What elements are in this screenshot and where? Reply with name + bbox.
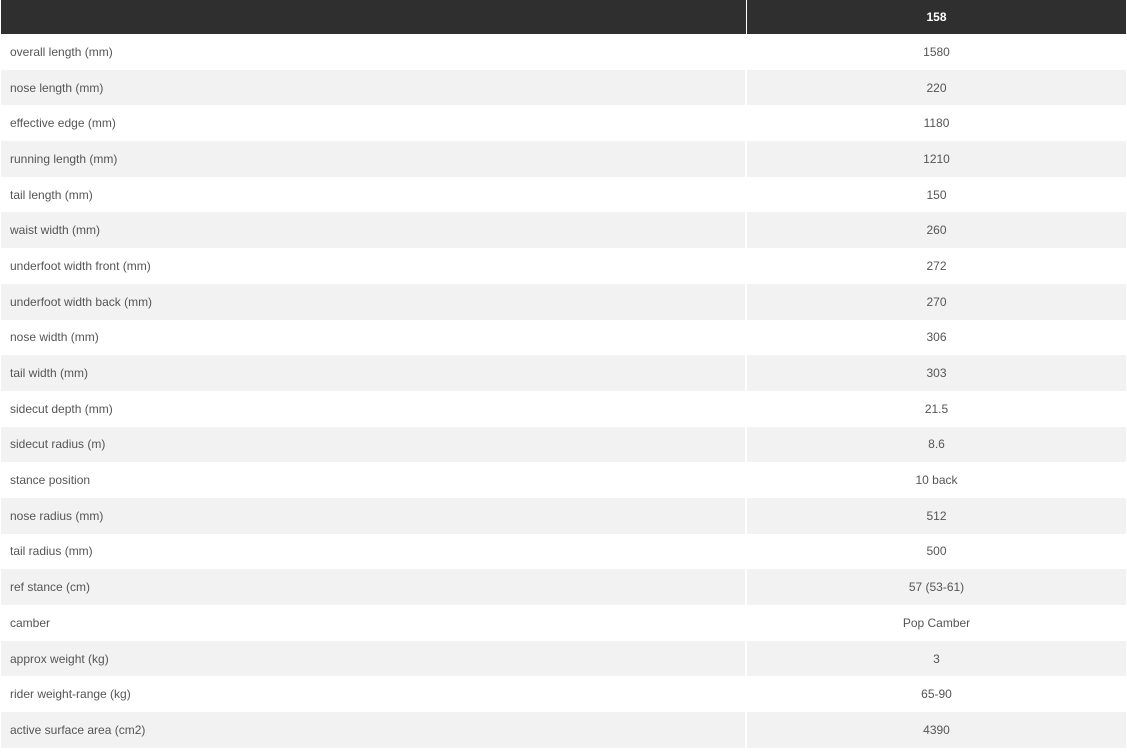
spec-label: rider weight-range (kg) [1,676,747,713]
spec-value: 306 [747,319,1126,356]
spec-label: tail length (mm) [1,176,747,213]
spec-value: 57 (53-61) [747,569,1126,605]
spec-value: 272 [747,248,1126,284]
table-row: nose length (mm) 220 [1,69,1126,106]
table-row: ref stance (cm) 57 (53-61) [1,569,1126,605]
table-row: stance position 10 back [1,462,1126,498]
table-row: running length (mm) 1210 [1,141,1126,177]
spec-value: 1180 [747,105,1126,142]
spec-label: ref stance (cm) [1,569,747,605]
spec-label: nose radius (mm) [1,497,747,534]
spec-label: running length (mm) [1,141,747,177]
table-row: tail radius (mm) 500 [1,533,1126,570]
spec-value: 500 [747,533,1126,570]
spec-label: active surface area (cm2) [1,712,747,748]
spec-label: underfoot width front (mm) [1,248,747,284]
spec-value: 1210 [747,141,1126,177]
table-row: tail length (mm) 150 [1,176,1126,213]
spec-value: 220 [747,69,1126,106]
spec-label: stance position [1,462,747,498]
spec-label: effective edge (mm) [1,105,747,142]
table-body: overall length (mm) 1580 nose length (mm) 2… [1,34,1126,748]
spec-value: 10 back [747,462,1126,498]
spec-value: 65-90 [747,676,1126,713]
header-size-cell: 158 [747,0,1126,34]
spec-value: 21.5 [747,390,1126,427]
table-row: tail width (mm) 303 [1,355,1126,391]
table-row: nose width (mm) 306 [1,319,1126,356]
table-row: waist width (mm) 260 [1,212,1126,249]
spec-value: 303 [747,355,1126,391]
specs-table: 158 overall length (mm) 1580 nose length (… [1,0,1126,748]
spec-value: 1580 [747,34,1126,70]
table-row: sidecut radius (m) 8.6 [1,426,1126,463]
spec-value: 4390 [747,712,1126,748]
table-row: underfoot width back (mm) 270 [1,283,1126,320]
table-row: approx weight (kg) 3 [1,640,1126,677]
spec-label: sidecut depth (mm) [1,390,747,427]
spec-label: sidecut radius (m) [1,426,747,463]
table-row: sidecut depth (mm) 21.5 [1,390,1126,427]
spec-value: 150 [747,176,1126,213]
spec-label: waist width (mm) [1,212,747,249]
header-row: 158 [1,0,1126,34]
table-row: rider weight-range (kg) 65-90 [1,676,1126,713]
table-row: overall length (mm) 1580 [1,34,1126,70]
spec-label: underfoot width back (mm) [1,283,747,320]
table-row: active surface area (cm2) 4390 [1,712,1126,748]
spec-label: nose width (mm) [1,319,747,356]
table-row: camber Pop Camber [1,605,1126,641]
spec-label: tail radius (mm) [1,533,747,570]
table-row: effective edge (mm) 1180 [1,105,1126,142]
spec-value: 3 [747,640,1126,677]
header-blank-cell [1,0,747,34]
spec-label: approx weight (kg) [1,640,747,677]
spec-value: 260 [747,212,1126,249]
table-row: nose radius (mm) 512 [1,497,1126,534]
spec-label: camber [1,605,747,641]
spec-value: 8.6 [747,426,1126,463]
spec-value: 512 [747,497,1126,534]
spec-label: tail width (mm) [1,355,747,391]
spec-label: overall length (mm) [1,34,747,70]
table-row: underfoot width front (mm) 272 [1,248,1126,284]
table-header: 158 [1,0,1126,34]
spec-value: 270 [747,283,1126,320]
spec-label: nose length (mm) [1,69,747,106]
spec-value: Pop Camber [747,605,1126,641]
